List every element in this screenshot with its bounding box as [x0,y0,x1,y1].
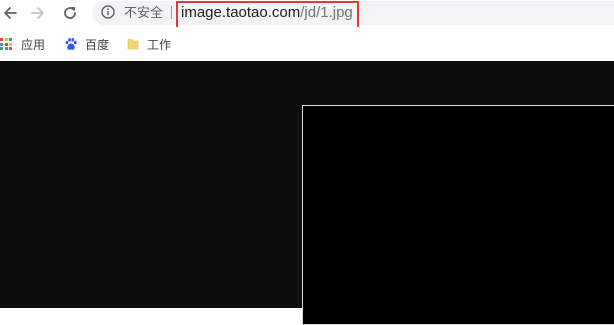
url-path: /jd/1.jpg [300,4,353,21]
bookmark-label: 应用 [21,37,46,52]
arrow-right-icon [31,7,44,19]
back-button[interactable] [0,3,20,23]
bookmarks-bar: 应用 百度 工作 [0,27,614,61]
omnibox-separator [171,6,172,19]
bookmark-work[interactable]: 工作 [126,36,171,52]
url-text[interactable]: image.taotao.com/jd/1.jpg [181,4,353,21]
security-status-label[interactable]: 不安全 [124,5,163,20]
folder-icon [127,39,139,50]
bookmark-label: 百度 [85,37,110,52]
displayed-image [302,105,614,325]
browser-toolbar: 不安全 image.taotao.com/jd/1.jpg [0,0,614,29]
apps-grid-icon [0,37,14,51]
bookmark-baidu[interactable]: 百度 [64,36,109,52]
forward-button[interactable] [28,3,48,23]
bookmark-apps[interactable]: 应用 [0,36,45,52]
reload-icon [64,7,76,19]
url-host: image.taotao.com [181,4,301,21]
info-icon[interactable] [101,5,115,19]
reload-button[interactable] [60,3,80,23]
baidu-paw-icon [65,38,77,50]
page-viewport [0,61,614,325]
bookmark-label: 工作 [147,37,172,52]
arrow-left-icon [4,7,17,19]
